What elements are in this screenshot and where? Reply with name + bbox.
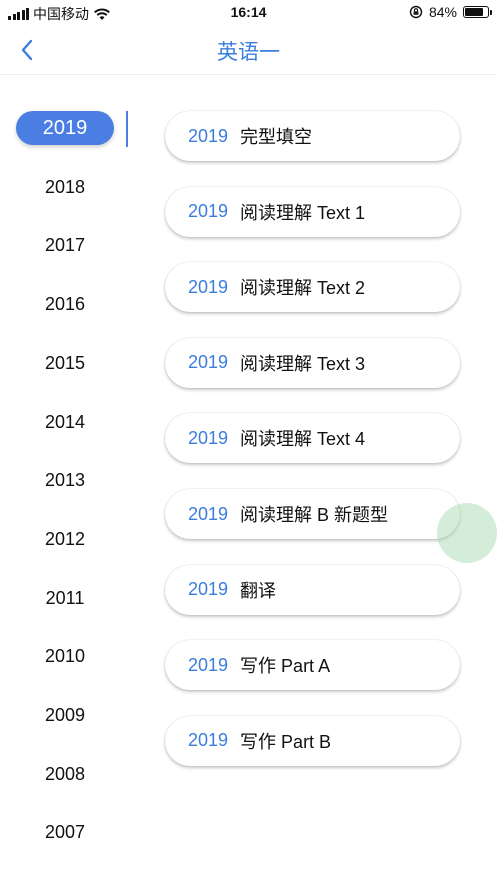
- year-label: 2016: [44, 294, 86, 315]
- year-item-2017[interactable]: 2017: [0, 227, 130, 263]
- year-label: 2010: [44, 646, 86, 667]
- year-label: 2017: [44, 235, 86, 256]
- touch-indicator: [437, 503, 497, 563]
- exam-name: 写作 Part B: [240, 731, 332, 752]
- exam-item[interactable]: 2019 写作 Part B: [165, 715, 460, 766]
- year-item-2013[interactable]: 2013: [0, 462, 130, 498]
- exam-year: 2019: [188, 503, 229, 524]
- battery-icon: [463, 6, 492, 18]
- year-item-2016[interactable]: 2016: [0, 286, 130, 322]
- year-item-2009[interactable]: 2009: [0, 697, 130, 733]
- battery-fill: [465, 8, 484, 16]
- exam-item[interactable]: 2019 阅读理解 Text 3: [165, 337, 460, 388]
- nav-bar: 英语一: [0, 26, 497, 75]
- year-label: 2018: [44, 176, 86, 197]
- rotation-lock-icon: [409, 5, 423, 19]
- exam-name: 翻译: [240, 580, 277, 601]
- year-item-2008[interactable]: 2008: [0, 756, 130, 792]
- year-item-2015[interactable]: 2015: [0, 345, 130, 381]
- exam-item[interactable]: 2019 翻译: [165, 564, 460, 615]
- year-item-2019[interactable]: 2019: [0, 110, 130, 146]
- year-item-2012[interactable]: 2012: [0, 521, 130, 557]
- year-label: 2019: [16, 111, 114, 145]
- year-label: 2015: [44, 352, 86, 373]
- selected-year-indicator: [126, 111, 128, 147]
- exam-name: 完型填空: [240, 127, 313, 147]
- exam-name: 阅读理解 Text 3: [240, 353, 366, 374]
- exam-year: 2019: [188, 654, 229, 675]
- exam-item[interactable]: 2019 写作 Part A: [165, 640, 460, 691]
- status-right: 84%: [409, 4, 492, 20]
- battery-percent: 84%: [428, 4, 457, 20]
- year-item-2007[interactable]: 2007: [0, 814, 130, 850]
- exam-year: 2019: [188, 276, 229, 297]
- year-label: 2014: [44, 411, 86, 432]
- year-item-2011[interactable]: 2011: [0, 580, 130, 616]
- year-label: 2009: [44, 705, 86, 725]
- exam-name: 阅读理解 Text 4: [240, 429, 366, 450]
- exam-year: 2019: [188, 579, 229, 600]
- exam-item[interactable]: 2019 阅读理解 B 新题型: [165, 489, 460, 539]
- exam-year: 2019: [188, 125, 229, 146]
- year-label: 2012: [44, 528, 86, 549]
- exam-item[interactable]: 2019 完型填空: [165, 111, 460, 161]
- exam-year: 2019: [188, 730, 229, 751]
- exam-item[interactable]: 2019 阅读理解 Text 1: [165, 186, 460, 237]
- exam-item[interactable]: 2019 阅读理解 Text 4: [165, 413, 460, 464]
- exam-name: 阅读理解 B 新题型: [240, 505, 389, 525]
- exam-name: 写作 Part A: [240, 656, 331, 677]
- year-item-2018[interactable]: 2018: [0, 169, 130, 205]
- exam-year: 2019: [188, 201, 229, 222]
- exam-item[interactable]: 2019 阅读理解 Text 2: [165, 262, 460, 313]
- year-label: 2008: [44, 763, 86, 784]
- exam-year: 2019: [188, 352, 229, 373]
- exam-name: 阅读理解 Text 1: [240, 202, 366, 223]
- exam-name: 阅读理解 Text 2: [240, 278, 366, 299]
- year-label: 2011: [45, 587, 85, 608]
- page-title: 英语一: [217, 41, 280, 64]
- year-label: 2013: [44, 470, 86, 491]
- status-bar: 中国移动 16:14 84%: [0, 0, 497, 26]
- exam-year: 2019: [188, 427, 229, 448]
- year-item-2010[interactable]: 2010: [0, 638, 130, 674]
- year-label: 2007: [44, 822, 86, 843]
- year-item-2014[interactable]: 2014: [0, 404, 130, 440]
